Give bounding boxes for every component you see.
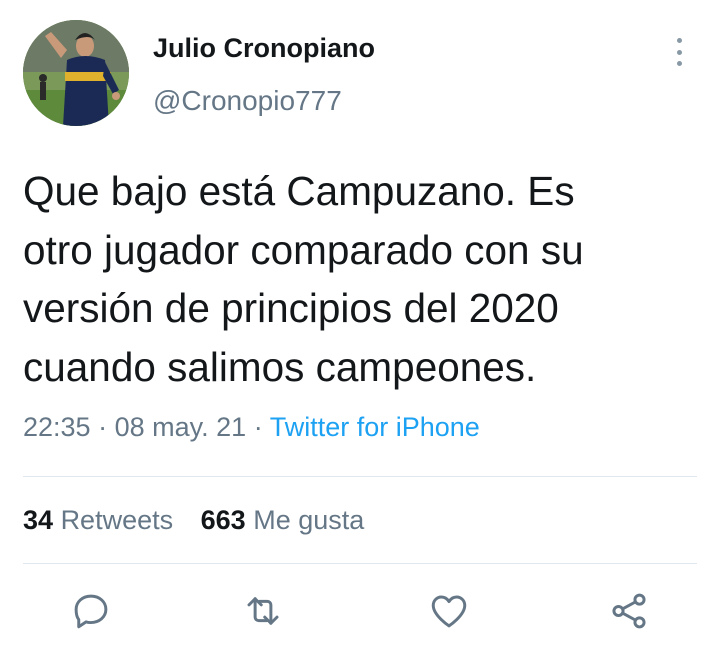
tweet-date[interactable]: 08 may. 21	[115, 412, 247, 442]
dot	[676, 61, 682, 66]
dot	[676, 49, 682, 55]
tweet-source-link[interactable]: Twitter for iPhone	[270, 412, 480, 442]
more-options-icon[interactable]	[666, 34, 692, 70]
tweet-text-line: cuando salimos campeones.	[23, 343, 537, 390]
retweets-count: 34	[23, 505, 54, 535]
divider	[23, 563, 697, 564]
user-handle[interactable]: @Cronopio777	[153, 85, 342, 117]
retweet-icon[interactable]	[242, 590, 284, 632]
tweet-text-line: versión de principios del 2020	[23, 285, 559, 331]
meta-separator: ·	[253, 412, 263, 442]
divider	[23, 476, 697, 477]
display-name[interactable]: Julio Cronopiano	[153, 33, 375, 64]
meta-separator: ·	[98, 412, 108, 442]
avatar-image	[23, 20, 129, 126]
tweet-meta: 22:35 · 08 may. 21 · Twitter for iPhone	[23, 412, 480, 443]
heart-icon[interactable]	[428, 590, 470, 632]
tweet-time[interactable]: 22:35	[23, 412, 91, 442]
tweet-text-line: otro jugador comparado con su	[23, 226, 584, 273]
avatar[interactable]	[23, 20, 129, 126]
dot	[676, 38, 682, 43]
reply-icon[interactable]	[70, 590, 112, 632]
likes-stat[interactable]: 663 Me gusta	[201, 505, 365, 535]
tweet-text-line: Que bajo está Campuzano. Es	[23, 168, 575, 214]
likes-count: 663	[200, 505, 246, 535]
share-icon[interactable]	[608, 590, 650, 632]
retweets-stat[interactable]: 34 Retweets	[23, 505, 173, 535]
retweets-label: Retweets	[60, 505, 174, 535]
tweet-stats: 34 Retweets 663 Me gusta	[23, 505, 384, 536]
tweet-text: Que bajo está Campuzano. Es otro jugador…	[23, 162, 713, 396]
likes-label: Me gusta	[253, 505, 365, 535]
